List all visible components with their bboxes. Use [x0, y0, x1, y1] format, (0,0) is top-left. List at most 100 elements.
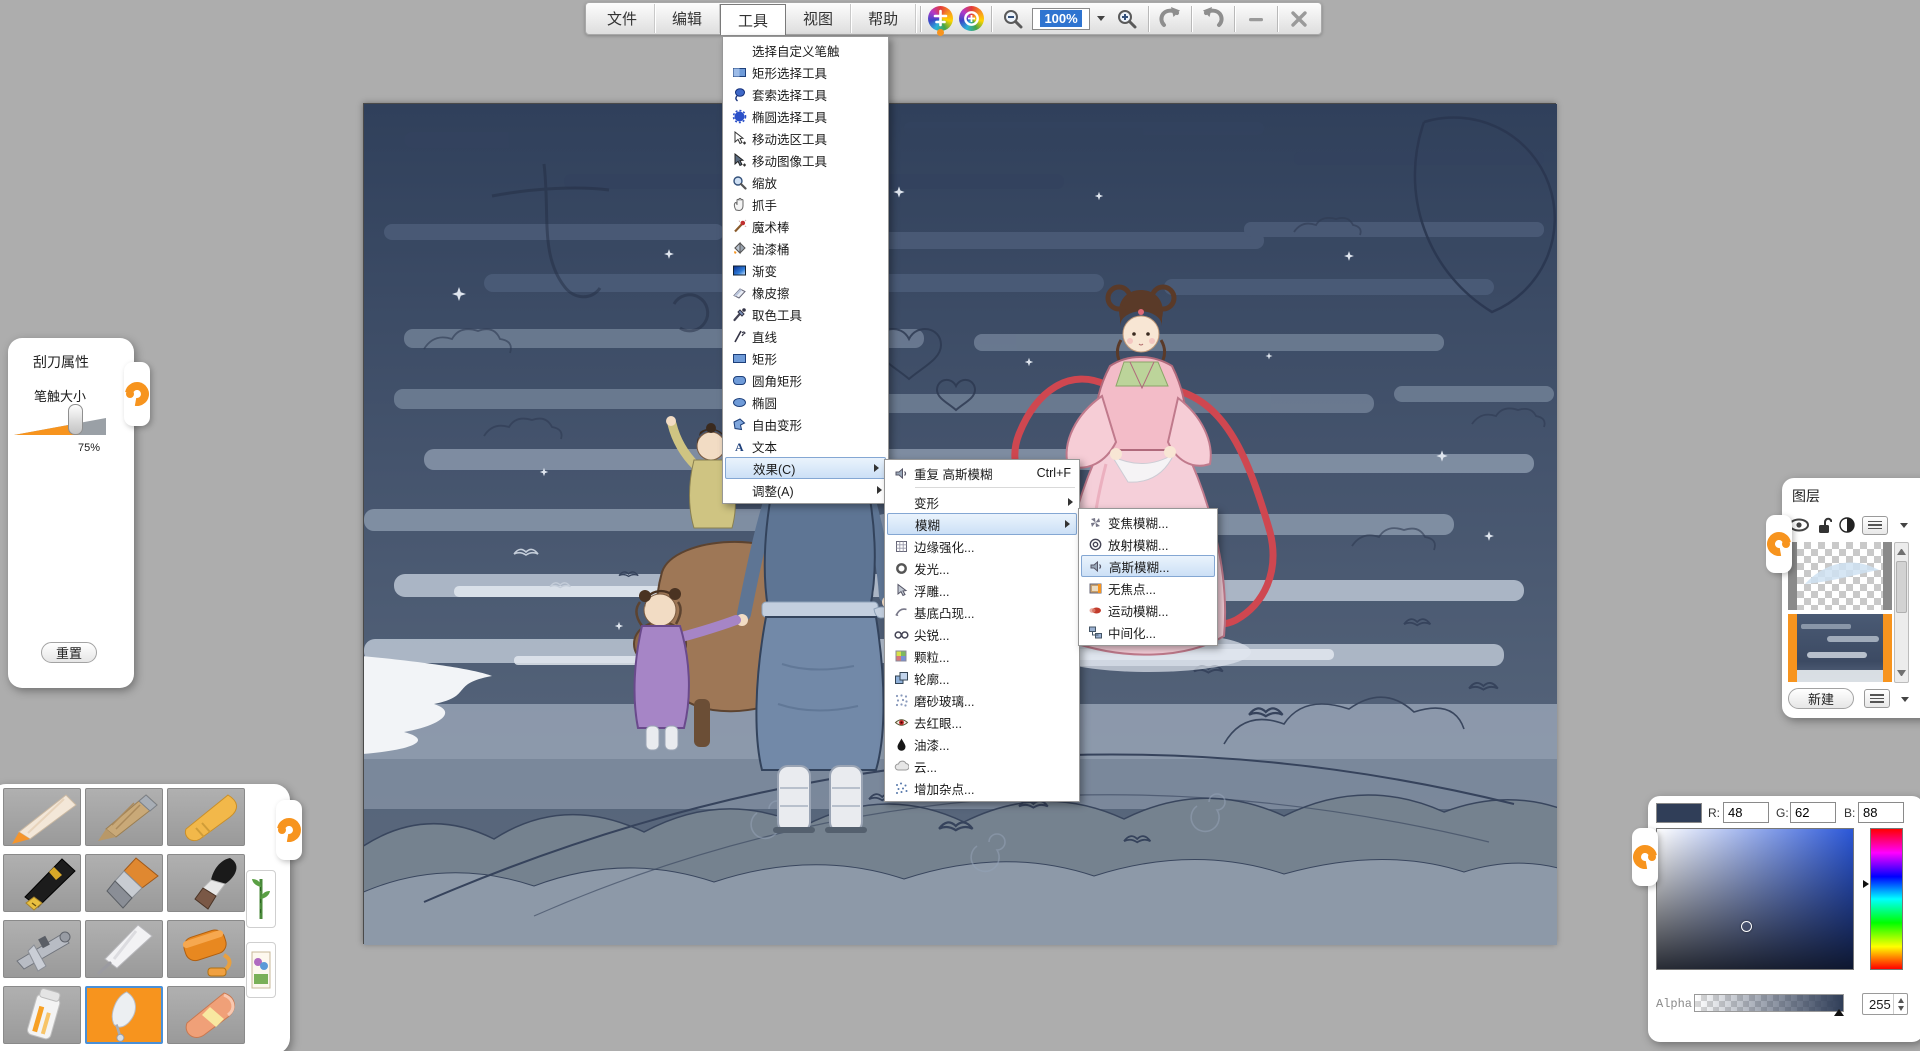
menu-item-select-custom-brush[interactable]: 选择自定义笔触 [723, 39, 888, 61]
menu-tools[interactable]: 工具 [720, 4, 786, 35]
blue-value-input[interactable] [1858, 802, 1904, 823]
layers-options-caret[interactable] [1901, 697, 1909, 702]
menu-item-frosted-glass[interactable]: 磨砂玻璃... [885, 689, 1079, 711]
menu-item-radial-blur[interactable]: 放射模糊... [1079, 533, 1217, 555]
menu-item-zoom[interactable]: 缩放 [723, 171, 888, 193]
saturation-value-square[interactable] [1656, 828, 1854, 970]
scroll-down-arrow-icon[interactable] [1897, 670, 1906, 676]
menu-item-sharpen[interactable]: 尖锐... [885, 623, 1079, 645]
color-panel-tab[interactable] [1632, 828, 1658, 886]
menu-item-bas-relief[interactable]: 基底凸现... [885, 601, 1079, 623]
color-position-marker[interactable] [1741, 921, 1752, 932]
menu-item-blur[interactable]: 模糊 [887, 513, 1077, 535]
menu-item-gradient[interactable]: 渐变 [723, 259, 888, 281]
brush-size-slider-thumb[interactable] [68, 404, 83, 435]
brush-pastel-stick[interactable] [85, 788, 163, 846]
menu-item-glow[interactable]: 发光... [885, 557, 1079, 579]
red-value-input[interactable] [1723, 802, 1769, 823]
menu-item-ellipse-select[interactable]: 椭圆选择工具 [723, 105, 888, 127]
brush-marker[interactable] [3, 986, 81, 1044]
menu-item-motion-blur[interactable]: 运动模糊... [1079, 599, 1217, 621]
layer-opacity-icon[interactable] [1839, 517, 1855, 533]
menu-item-defocus[interactable]: 无焦点... [1079, 577, 1217, 599]
layer-lock-icon[interactable] [1817, 517, 1832, 534]
menu-item-paint[interactable]: 油漆... [885, 733, 1079, 755]
layer-thumbnail-top[interactable] [1788, 542, 1892, 610]
menu-item-hand[interactable]: 抓手 [723, 193, 888, 215]
alpha-slider-marker[interactable] [1834, 1009, 1844, 1016]
menu-item-lasso-select[interactable]: 套索选择工具 [723, 83, 888, 105]
layers-options-button[interactable] [1864, 689, 1890, 708]
menu-item-move-selection[interactable]: 移动选区工具 [723, 127, 888, 149]
menu-item-color-picker[interactable]: 取色工具 [723, 303, 888, 325]
menu-item-zoom-blur[interactable]: 变焦模糊... [1079, 511, 1217, 533]
menu-item-eraser[interactable]: 橡皮擦 [723, 281, 888, 303]
brush-palette-knife[interactable] [85, 920, 163, 978]
menu-item-contour[interactable]: 轮廓... [885, 667, 1079, 689]
menu-item-medianize[interactable]: 中间化... [1079, 621, 1217, 643]
menu-item-distort[interactable]: 变形 [885, 491, 1079, 513]
menu-item-rectangle[interactable]: 矩形 [723, 347, 888, 369]
layers-panel-tab[interactable] [1766, 515, 1792, 573]
menu-item-clouds[interactable]: 云... [885, 755, 1079, 777]
scrollbar-thumb[interactable] [1896, 561, 1907, 613]
menu-item-add-noise[interactable]: 增加杂点... [885, 777, 1079, 799]
menu-item-repeat-gaussian-blur[interactable]: 重复 高斯模糊Ctrl+F [885, 462, 1079, 484]
alpha-slider[interactable] [1694, 994, 1844, 1012]
menu-view[interactable]: 视图 [786, 4, 851, 33]
menu-edit[interactable]: 编辑 [655, 4, 720, 33]
brush-flat-brush[interactable] [85, 854, 163, 912]
zoom-level-input[interactable]: 100% [1032, 8, 1090, 30]
brush-colored-pencil[interactable] [3, 788, 81, 846]
brand-icon-1[interactable] [928, 6, 953, 31]
brush-fountain-pen[interactable] [3, 854, 81, 912]
brush-crayon[interactable] [167, 788, 245, 846]
menu-item-gaussian-blur[interactable]: 高斯模糊... [1081, 555, 1215, 577]
brush-size-slider-track[interactable] [14, 416, 108, 436]
menu-item-rect-select[interactable]: 矩形选择工具 [723, 61, 888, 83]
scraper-panel-tab[interactable] [124, 362, 150, 426]
zoom-in-button[interactable] [1110, 4, 1144, 33]
menu-item-adjust[interactable]: 调整(A) [723, 479, 888, 501]
menu-item-effects[interactable]: 效果(C) [725, 457, 886, 479]
spinner-up-arrow-icon[interactable] [1898, 998, 1904, 1003]
hue-marker[interactable] [1863, 880, 1869, 888]
menu-help[interactable]: 帮助 [851, 4, 916, 33]
hue-bar[interactable] [1870, 828, 1903, 970]
minimize-button[interactable] [1239, 4, 1273, 33]
spinner-down-arrow-icon[interactable] [1898, 1006, 1904, 1011]
brush-paint-roller[interactable] [167, 920, 245, 978]
menu-item-line[interactable]: 直线 [723, 325, 888, 347]
new-layer-button[interactable]: 新建 [1788, 688, 1854, 709]
menu-item-red-eye-removal[interactable]: 去红眼... [885, 711, 1079, 733]
menu-item-free-transform[interactable]: 自由变形 [723, 413, 888, 435]
menu-item-rounded-rectangle[interactable]: 圆角矩形 [723, 369, 888, 391]
menu-file[interactable]: 文件 [590, 4, 655, 33]
bamboo-brush-tool[interactable] [246, 870, 276, 928]
layer-menu-button[interactable] [1862, 516, 1888, 535]
brush-scraper-selected[interactable] [85, 986, 163, 1044]
layer-thumbnail-selected[interactable] [1788, 614, 1892, 682]
menu-item-grain[interactable]: 颗粒... [885, 645, 1079, 667]
zoom-out-button[interactable] [996, 4, 1030, 33]
stamp-tool[interactable] [246, 942, 276, 998]
menu-item-edge-enhance[interactable]: 边缘强化... [885, 535, 1079, 557]
brand-icon-2[interactable] [959, 6, 984, 31]
reset-button[interactable]: 重置 [41, 642, 97, 663]
menu-item-magic-wand[interactable]: 魔术棒 [723, 215, 888, 237]
brush-eraser[interactable] [167, 986, 245, 1044]
layer-menu-caret[interactable] [1900, 523, 1908, 528]
menu-item-paint-bucket[interactable]: 油漆桶 [723, 237, 888, 259]
brush-ink-brush[interactable] [167, 854, 245, 912]
alpha-value-spinner[interactable]: 255 [1862, 993, 1908, 1015]
zoom-dropdown-caret[interactable] [1097, 16, 1105, 21]
brush-panel-tab[interactable] [276, 800, 302, 860]
close-button[interactable] [1282, 4, 1316, 33]
menu-item-move-image[interactable]: 移动图像工具 [723, 149, 888, 171]
menu-item-text[interactable]: A文本 [723, 435, 888, 457]
redo-button[interactable] [1196, 4, 1230, 33]
brush-airbrush[interactable] [3, 920, 81, 978]
undo-button[interactable] [1153, 4, 1187, 33]
layers-scrollbar[interactable] [1894, 542, 1909, 683]
scroll-up-arrow-icon[interactable] [1897, 549, 1906, 555]
